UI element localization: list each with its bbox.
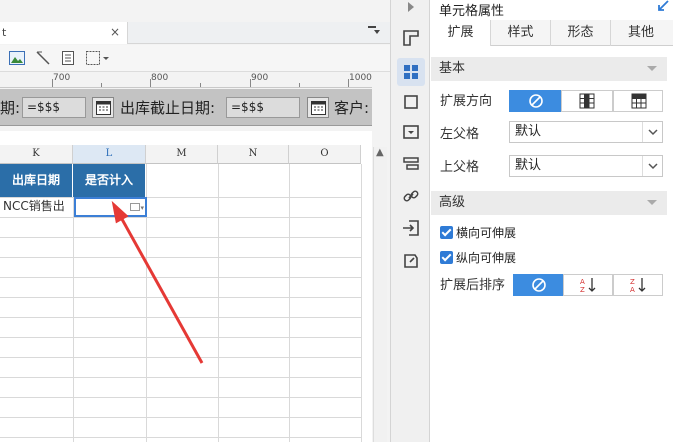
sort-descending-button[interactable]: ZA: [613, 274, 663, 296]
cell-attribute-icon[interactable]: [401, 28, 421, 48]
horizontal-extend-label: 横向可伸展: [456, 226, 517, 240]
collapse-arrow-icon[interactable]: [401, 0, 421, 20]
cell-expand-icon[interactable]: [397, 58, 425, 86]
section-advanced[interactable]: 高级: [431, 191, 667, 215]
resize-arrow-icon[interactable]: [657, 0, 669, 16]
tab-other[interactable]: 其他: [611, 20, 671, 46]
annotation-arrow: [111, 200, 204, 364]
cell-property-panel: 单元格属性 扩展 样式 形态 其他 基本 扩展方向 左父格 默认 上父格 默认 …: [431, 0, 673, 442]
svg-text:A: A: [630, 286, 635, 294]
checkbox-checked-icon[interactable]: [440, 251, 453, 264]
chevron-down-icon: [647, 200, 657, 205]
hyperlink-icon[interactable]: [401, 186, 421, 206]
left-parent-label: 左父格: [440, 127, 480, 142]
left-parent-select[interactable]: 默认: [509, 121, 663, 143]
horizontal-extend-checkbox[interactable]: 横向可伸展: [440, 224, 516, 241]
vertical-extend-label: 纵向可伸展: [456, 251, 517, 265]
import-icon[interactable]: [401, 218, 421, 238]
panel-title: 单元格属性: [439, 4, 505, 19]
chevron-down-icon: [647, 66, 657, 71]
chevron-down-icon: [642, 156, 662, 176]
panel-tabs: 扩展 样式 形态 其他: [431, 20, 673, 46]
svg-text:Z: Z: [630, 278, 635, 286]
property-icon-strip: [390, 0, 430, 442]
condition-icon[interactable]: [401, 154, 421, 174]
sort-none-button[interactable]: [513, 274, 563, 296]
tab-expand[interactable]: 扩展: [431, 20, 491, 46]
checkbox-checked-icon[interactable]: [440, 226, 453, 239]
expand-vertical-button[interactable]: [561, 90, 613, 112]
top-parent-select[interactable]: 默认: [509, 155, 663, 177]
section-basic-label: 基本: [439, 61, 466, 76]
svg-text:A: A: [580, 278, 585, 286]
export-icon[interactable]: [401, 250, 421, 270]
tab-style[interactable]: 样式: [491, 20, 551, 46]
expand-direction-label: 扩展方向: [440, 94, 493, 109]
dropdown-widget-icon[interactable]: [401, 122, 421, 142]
chevron-down-icon: [642, 122, 662, 142]
section-basic[interactable]: 基本: [431, 57, 667, 81]
vertical-extend-checkbox[interactable]: 纵向可伸展: [440, 249, 516, 266]
top-parent-label: 上父格: [440, 160, 480, 175]
expand-none-button[interactable]: [509, 90, 561, 112]
left-parent-value: 默认: [515, 124, 542, 139]
sort-ascending-button[interactable]: AZ: [563, 274, 613, 296]
tab-form[interactable]: 形态: [551, 20, 611, 46]
sort-after-expand-label: 扩展后排序: [440, 278, 506, 293]
expand-horizontal-button[interactable]: [613, 90, 663, 112]
section-advanced-label: 高级: [439, 195, 466, 210]
widget-frame-icon[interactable]: [401, 92, 421, 112]
top-parent-value: 默认: [515, 158, 542, 173]
svg-text:Z: Z: [580, 286, 585, 294]
designer-window: t × 700 800 900 1000 期: =$$$ 出库截止日期: =$$…: [0, 0, 673, 442]
